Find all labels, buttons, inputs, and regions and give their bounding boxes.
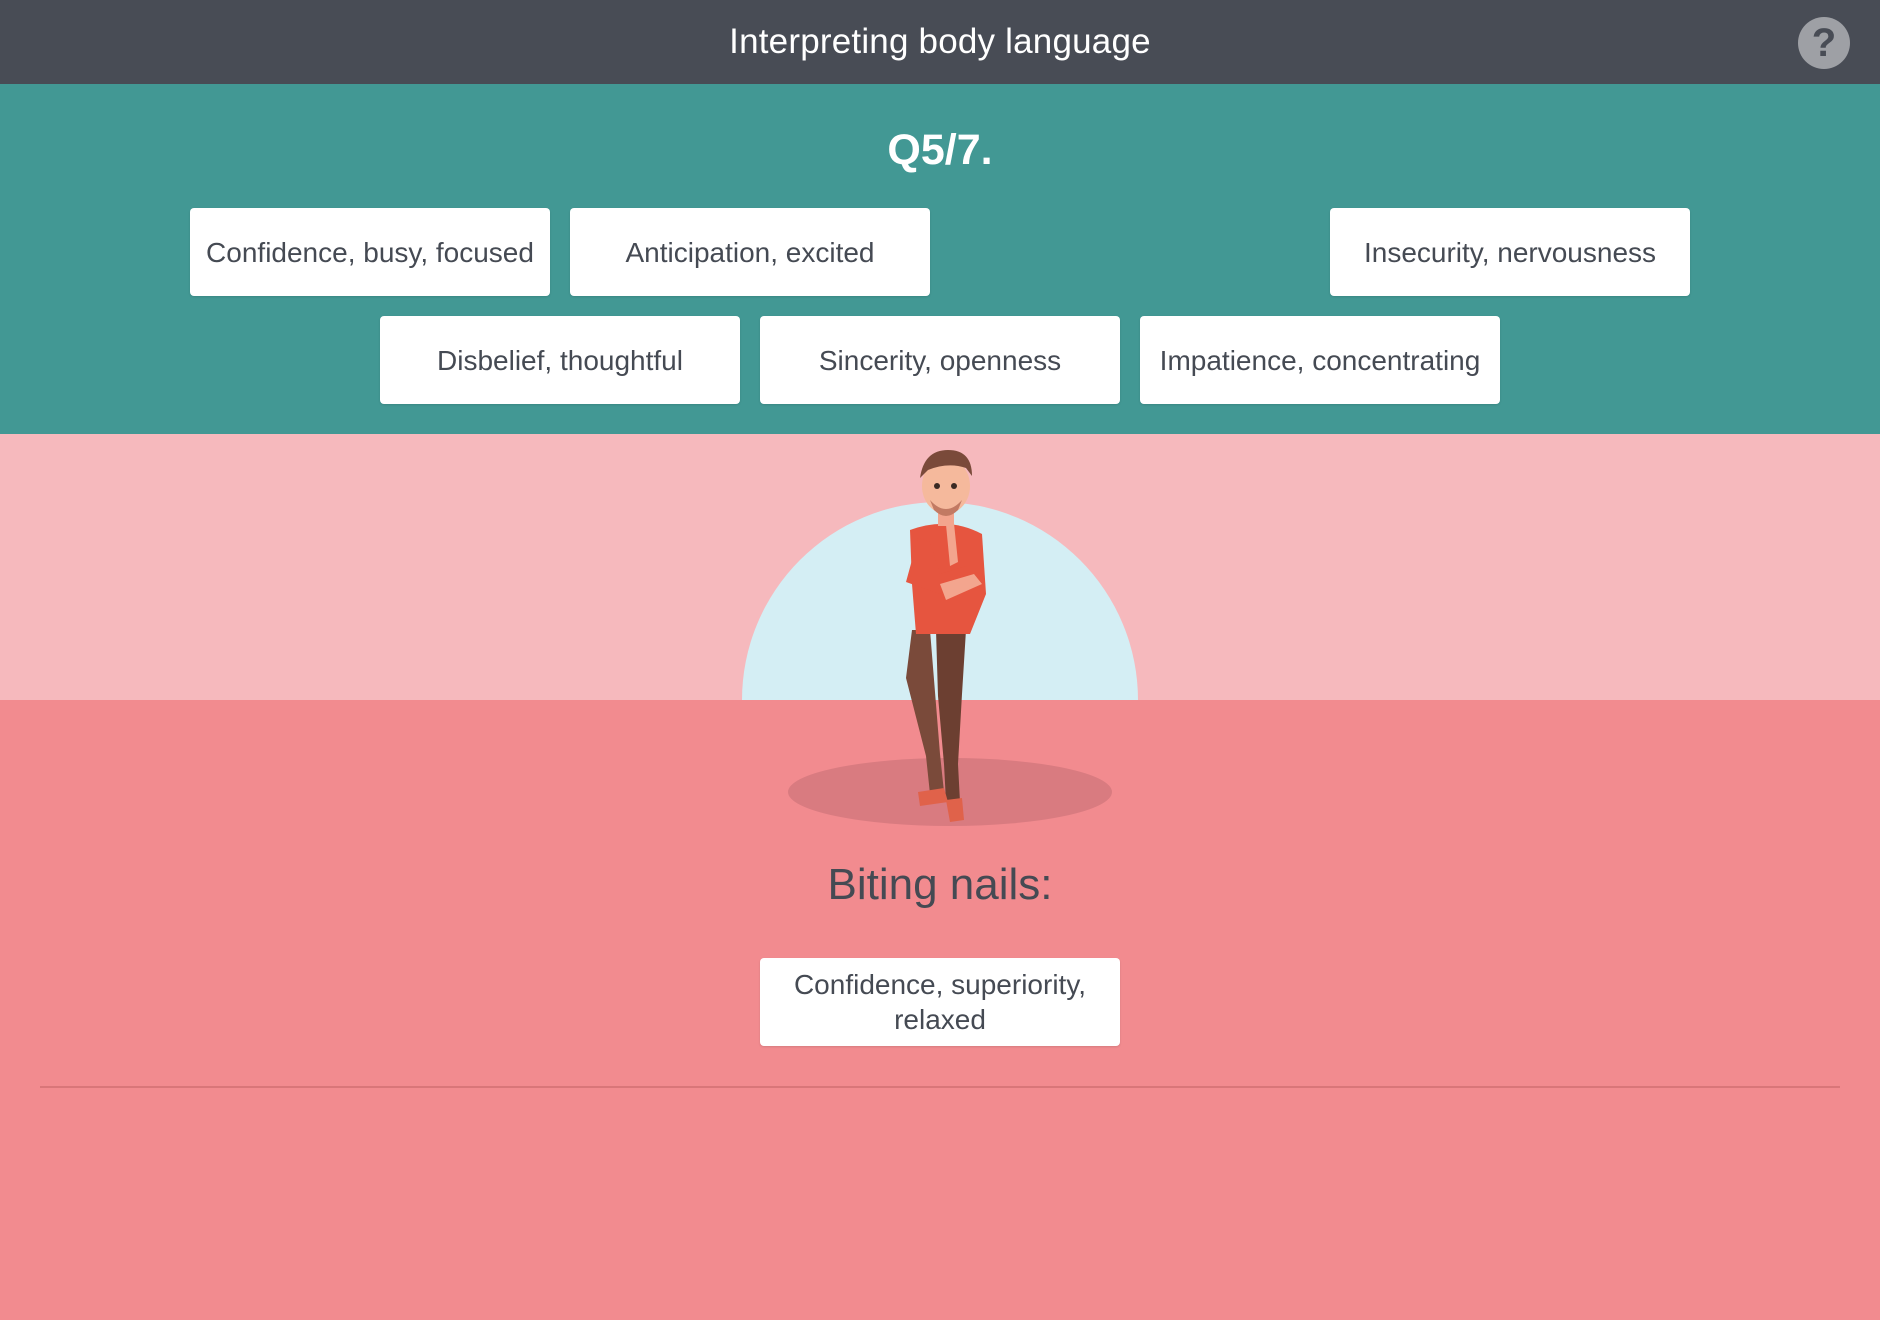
divider xyxy=(40,1086,1840,1088)
placed-answer-label: Confidence, superiority, relaxed xyxy=(793,969,1087,1035)
answer-card[interactable]: Confidence, busy, focused xyxy=(190,208,550,296)
answer-card-label: Insecurity, nervousness xyxy=(1363,236,1657,268)
answer-card-label: Anticipation, excited xyxy=(625,236,875,268)
answer-card-label: Confidence, busy, focused xyxy=(206,236,534,268)
answer-card[interactable]: Disbelief, thoughtful xyxy=(380,316,740,404)
page-title: Interpreting body language xyxy=(729,22,1151,61)
answer-bank: Q5/7. Confidence, busy, focused Anticipa… xyxy=(0,84,1880,434)
eye-left xyxy=(934,483,940,489)
answer-card[interactable]: Sincerity, openness xyxy=(760,316,1120,404)
title-bar: Interpreting body language ? xyxy=(0,0,1880,84)
character-illustration xyxy=(742,450,1138,826)
answer-card[interactable]: Insecurity, nervousness xyxy=(1330,208,1690,296)
question-number: Q5/7. xyxy=(887,126,993,174)
answer-card[interactable]: Anticipation, excited xyxy=(570,208,930,296)
quiz-app: Interpreting body language ? Q5/7. Confi… xyxy=(0,0,1880,1320)
answer-card-label: Impatience, concentrating xyxy=(1159,344,1481,376)
drop-target-answer[interactable]: Confidence, superiority, relaxed xyxy=(760,958,1120,1046)
answer-card-label: Sincerity, openness xyxy=(818,344,1062,376)
eye-right xyxy=(951,483,957,489)
answer-card-label: Disbelief, thoughtful xyxy=(437,344,683,376)
prompt-text: Biting nails: xyxy=(827,860,1053,909)
help-icon: ? xyxy=(1811,20,1837,65)
answer-card[interactable]: Impatience, concentrating xyxy=(1140,316,1500,404)
help-button[interactable]: ? xyxy=(1798,17,1850,69)
